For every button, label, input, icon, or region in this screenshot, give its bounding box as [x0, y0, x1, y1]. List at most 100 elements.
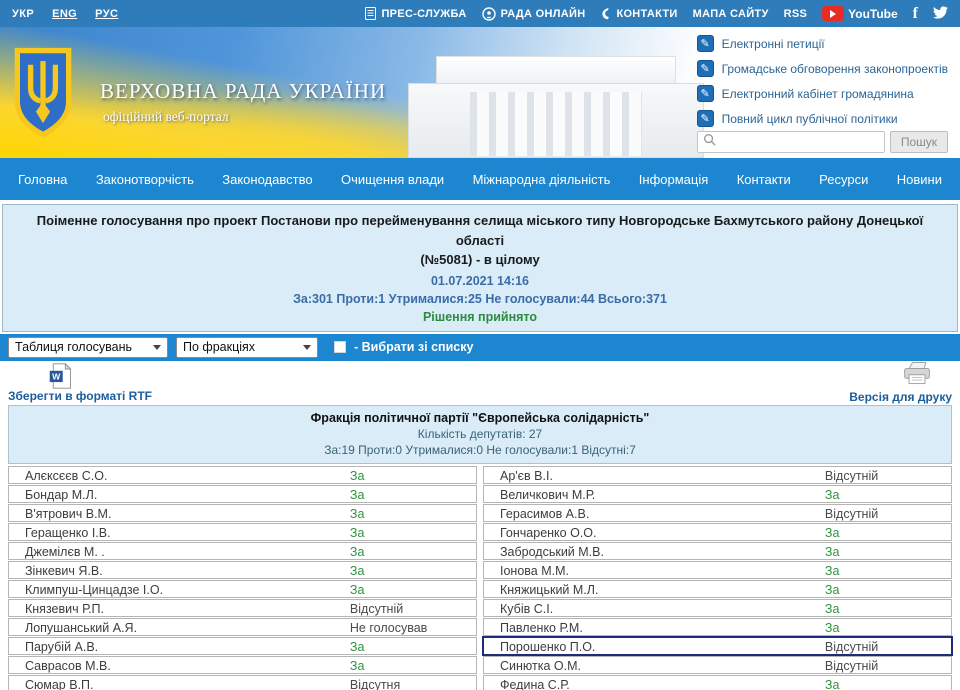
site-subtitle: офіційний веб-портал [103, 109, 229, 125]
deputy-name: Порошенко П.О. [500, 640, 595, 654]
edit-icon: ✎ [697, 60, 714, 77]
table-row: Зінкевич Я.В.За [8, 561, 477, 579]
deputy-name: Федина С.Р. [500, 678, 570, 690]
lang-eng[interactable]: ENG [52, 8, 77, 20]
table-row: Кубів С.І.За [483, 599, 952, 617]
vote-value: Відсутній [825, 659, 878, 673]
search-icon [703, 133, 716, 151]
search-input[interactable] [716, 135, 879, 149]
nav-item-lawmaking[interactable]: Законотворчість [96, 172, 194, 187]
table-row: Алєксєєв С.О.За [8, 466, 477, 484]
facebook-icon[interactable]: f [913, 5, 918, 23]
vote-value: За [350, 545, 365, 559]
deputy-name: Ар'єв В.І. [500, 469, 553, 483]
table-row: Княжицький М.Л.За [483, 580, 952, 598]
print-link[interactable]: Версія для друку [849, 361, 952, 404]
contacts-link[interactable]: КОНТАКТИ [600, 7, 677, 20]
deputy-name: Герасимов А.В. [500, 507, 589, 521]
vote-result: Рішення прийнято [15, 310, 945, 324]
vote-datetime: 01.07.2021 14:16 [15, 274, 945, 288]
link-citizen-cabinet[interactable]: ✎ Електронний кабінет громадянина [697, 85, 948, 102]
nav-item-international[interactable]: Міжнародна діяльність [473, 172, 611, 187]
search-button[interactable]: Пошук [890, 131, 948, 153]
sitemap-label: МАПА САЙТУ [693, 8, 769, 20]
deputy-name: Гончаренко О.О. [500, 526, 596, 540]
epetitions-label: Електронні петиції [722, 37, 825, 51]
chevron-down-icon [153, 345, 161, 350]
twitter-icon[interactable] [933, 6, 948, 22]
select-from-list-checkbox[interactable] [334, 341, 346, 353]
lang-rus[interactable]: РУС [95, 8, 118, 20]
nav-item-information[interactable]: Інформація [639, 172, 709, 187]
link-policy-cycle[interactable]: ✎ Повний цикл публічної політики [697, 110, 948, 127]
vote-value: Відсутній [825, 640, 878, 654]
table-row: Павленко Р.М.За [483, 618, 952, 636]
deputy-name: В'ятрович В.М. [25, 507, 111, 521]
nav-item-contacts[interactable]: Контакти [737, 172, 791, 187]
vote-value: Відсутній [825, 469, 878, 483]
table-row: Саврасов М.В.За [8, 656, 477, 674]
quick-links: ✎ Електронні петиції ✎ Громадське обгово… [697, 35, 948, 127]
vote-value: Відсутня [350, 678, 400, 690]
nav-item-lustration[interactable]: Очищення влади [341, 172, 444, 187]
main-nav: Головна Законотворчість Законодавство Оч… [0, 158, 960, 200]
deputy-name: Бондар М.Л. [25, 488, 97, 502]
faction-header: Фракція політичної партії "Європейська с… [8, 405, 952, 464]
vote-value: За [825, 621, 840, 635]
nav-item-resources[interactable]: Ресурси [819, 172, 868, 187]
table-row: Сюмар В.П. Відсутня [8, 675, 477, 690]
youtube-link[interactable]: YouTube [822, 6, 898, 21]
save-rtf-link[interactable]: W Зберегти в форматі RTF [8, 363, 152, 403]
vote-stats: За:301 Проти:1 Утрималися:25 Не голосува… [15, 292, 945, 306]
vote-title: Поіменне голосування про проект Постанов… [15, 211, 945, 270]
vote-info-box: Поіменне голосування про проект Постанов… [2, 204, 958, 332]
vote-value: За [350, 583, 365, 597]
vote-table: Алєксєєв С.О.ЗаБондар М.Л.ЗаВ'ятрович В.… [8, 466, 952, 690]
table-row: Гончаренко О.О.За [483, 523, 952, 541]
lang-ukr[interactable]: УКР [12, 8, 34, 20]
topbar-links: ПРЕС-СЛУЖБА РАДА ОНЛАЙН КОНТАКТИ МАПА СА… [365, 5, 948, 23]
edit-icon: ✎ [697, 35, 714, 52]
faction-view-select[interactable]: По фракціях [176, 337, 318, 358]
sitemap-link[interactable]: МАПА САЙТУ [693, 8, 769, 20]
deputy-name: Саврасов М.В. [25, 659, 111, 673]
faction-view-select-value: По фракціях [183, 340, 255, 354]
rada-online-label: РАДА ОНЛАЙН [501, 8, 586, 20]
deputy-name: Сюмар В.П. [25, 678, 94, 690]
rss-label: RSS [784, 8, 808, 20]
voting-table-select-value: Таблиця голосувань [15, 340, 132, 354]
rss-link[interactable]: RSS [784, 8, 808, 20]
deputy-name: Величкович М.Р. [500, 488, 595, 502]
table-row: Забродський М.В.За [483, 542, 952, 560]
nav-item-home[interactable]: Головна [18, 172, 67, 187]
language-switcher: УКР ENG РУС [12, 8, 118, 20]
press-service-link[interactable]: ПРЕС-СЛУЖБА [365, 7, 466, 20]
table-row: Бондар М.Л.За [8, 485, 477, 503]
deputy-name: Княжицький М.Л. [500, 583, 598, 597]
nav-item-news[interactable]: Новини [897, 172, 942, 187]
table-row: Геращенко І.В.За [8, 523, 477, 541]
rada-online-link[interactable]: РАДА ОНЛАЙН [482, 7, 586, 21]
deputy-name: Лопушанський А.Я. [25, 621, 137, 635]
table-row: Ар'єв В.І. Відсутній [483, 466, 952, 484]
deputy-name: Іонова М.М. [500, 564, 569, 578]
deputy-name: Князевич Р.П. [25, 602, 104, 616]
faction-vote-stats: За:19 Проти:0 Утрималися:0 Не голосували… [9, 442, 951, 458]
vote-value: За [825, 545, 840, 559]
vote-column-left: Алєксєєв С.О.ЗаБондар М.Л.ЗаВ'ятрович В.… [8, 466, 477, 690]
vote-value: За [350, 469, 365, 483]
deputy-name: Климпуш-Цинцадзе І.О. [25, 583, 163, 597]
svg-text:W: W [52, 371, 61, 381]
voting-table-select[interactable]: Таблиця голосувань [8, 337, 168, 358]
edit-icon: ✎ [697, 110, 714, 127]
search-box [697, 131, 885, 153]
chevron-down-icon [303, 345, 311, 350]
link-public-discussion[interactable]: ✎ Громадське обговорення законопроектів [697, 60, 948, 77]
table-row: Князевич Р.П.Відсутній [8, 599, 477, 617]
document-icon [365, 7, 376, 20]
press-service-label: ПРЕС-СЛУЖБА [381, 8, 466, 20]
print-label: Версія для друку [849, 390, 952, 404]
nav-item-legislation[interactable]: Законодавство [222, 172, 312, 187]
link-epetitions[interactable]: ✎ Електронні петиції [697, 35, 948, 52]
table-row: Климпуш-Цинцадзе І.О. За [8, 580, 477, 598]
